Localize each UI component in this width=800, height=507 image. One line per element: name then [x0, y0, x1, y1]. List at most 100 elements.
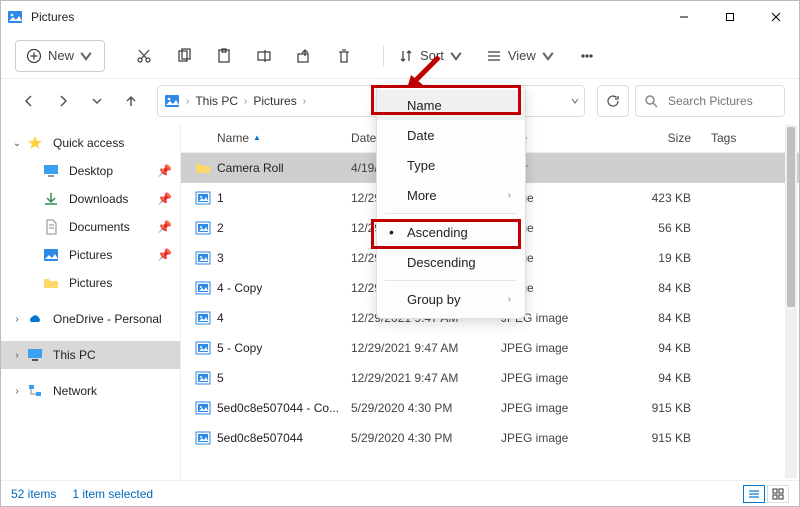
sort-menu-more[interactable]: More›	[377, 180, 525, 210]
sidebar-this-pc[interactable]: › This PC	[1, 341, 180, 369]
chevron-down-icon[interactable]: ⌄	[11, 138, 23, 149]
more-button[interactable]	[570, 41, 604, 71]
sort-icon	[398, 48, 414, 64]
bullet-icon: •	[389, 225, 394, 239]
file-name: 5ed0c8e507044 - Co...	[217, 401, 339, 415]
chevron-right-icon[interactable]: ›	[184, 96, 191, 107]
refresh-button[interactable]	[597, 85, 629, 117]
maximize-button[interactable]	[707, 1, 753, 33]
file-name: 4 - Copy	[217, 281, 262, 295]
column-tags[interactable]: Tags	[711, 131, 771, 145]
file-date: 12/29/2021 9:47 AM	[351, 341, 501, 355]
arrow-right-icon	[56, 94, 70, 108]
pictures-icon	[164, 93, 180, 109]
file-name: 1	[217, 191, 224, 205]
column-name[interactable]: Name▲	[181, 131, 351, 145]
share-button[interactable]	[287, 41, 321, 71]
file-name: Camera Roll	[217, 161, 284, 175]
sidebar-downloads[interactable]: Downloads 📌	[1, 185, 180, 213]
chevron-right-icon[interactable]: ›	[11, 386, 23, 397]
rename-icon	[256, 48, 272, 64]
sidebar-pictures-folder[interactable]: Pictures	[1, 269, 180, 297]
chevron-right-icon[interactable]: ›	[242, 96, 249, 107]
sidebar-onedrive[interactable]: › OneDrive - Personal	[1, 305, 180, 333]
rename-button[interactable]	[247, 41, 281, 71]
cut-button[interactable]	[127, 41, 161, 71]
plus-circle-icon	[26, 48, 42, 64]
file-row[interactable]: 5ed0c8e5070445/29/2020 4:30 PMJPEG image…	[181, 423, 799, 453]
sidebar-item-label: Documents	[69, 220, 130, 234]
minimize-button[interactable]	[661, 1, 707, 33]
sidebar-item-label: OneDrive - Personal	[53, 312, 162, 326]
sidebar-item-label: Desktop	[69, 164, 113, 178]
sort-menu-ascending[interactable]: •Ascending	[377, 217, 525, 247]
file-size: 915 KB	[621, 431, 711, 445]
image-file-icon	[195, 250, 211, 266]
chevron-right-icon[interactable]: ›	[11, 350, 23, 361]
close-button[interactable]	[753, 1, 799, 33]
scrollbar[interactable]	[785, 125, 797, 478]
chevron-right-icon: ›	[508, 190, 511, 201]
file-size: 19 KB	[621, 251, 711, 265]
file-type: JPEG image	[501, 371, 621, 385]
file-type: JPEG image	[501, 401, 621, 415]
sidebar-pictures[interactable]: Pictures 📌	[1, 241, 180, 269]
details-icon	[748, 488, 760, 500]
nav-history-button[interactable]	[83, 87, 111, 115]
search-icon	[644, 94, 658, 108]
sort-menu: Name Date Type More› •Ascending Descendi…	[376, 85, 526, 319]
breadcrumb-this-pc[interactable]: This PC	[191, 94, 242, 108]
sort-menu-descending[interactable]: Descending	[377, 247, 525, 277]
file-name: 4	[217, 311, 224, 325]
sidebar-item-label: Downloads	[69, 192, 128, 206]
sidebar-network[interactable]: › Network	[1, 377, 180, 405]
column-size[interactable]: Size	[621, 131, 711, 145]
sort-asc-caret-icon: ▲	[253, 133, 261, 142]
toolbar: New Sort View	[1, 33, 799, 79]
file-row[interactable]: 5ed0c8e507044 - Co...5/29/2020 4:30 PMJP…	[181, 393, 799, 423]
nav-up-button[interactable]	[117, 87, 145, 115]
thumbnails-view-button[interactable]	[767, 485, 789, 503]
folder-icon	[43, 275, 59, 291]
chevron-down-icon	[90, 94, 104, 108]
sidebar-documents[interactable]: Documents 📌	[1, 213, 180, 241]
details-view-button[interactable]	[743, 485, 765, 503]
sort-menu-group-by[interactable]: Group by›	[377, 284, 525, 314]
scroll-thumb[interactable]	[787, 127, 795, 307]
image-file-icon	[195, 190, 211, 206]
search-box[interactable]	[635, 85, 785, 117]
file-size: 423 KB	[621, 191, 711, 205]
chevron-down-icon	[78, 48, 94, 64]
pictures-icon	[43, 247, 59, 263]
paste-button[interactable]	[207, 41, 241, 71]
star-icon	[27, 135, 43, 151]
chevron-right-icon[interactable]: ›	[301, 96, 308, 107]
file-row[interactable]: 5 - Copy12/29/2021 9:47 AMJPEG image94 K…	[181, 333, 799, 363]
view-button[interactable]: View	[478, 41, 564, 71]
breadcrumb-pictures[interactable]: Pictures	[249, 94, 300, 108]
sort-menu-type[interactable]: Type	[377, 150, 525, 180]
cloud-icon	[27, 311, 43, 327]
pc-icon	[27, 347, 43, 363]
sidebar-item-label: Pictures	[69, 248, 112, 262]
nav-forward-button[interactable]	[49, 87, 77, 115]
new-button[interactable]: New	[15, 40, 105, 72]
sort-button[interactable]: Sort	[390, 41, 472, 71]
sidebar-desktop[interactable]: Desktop 📌	[1, 157, 180, 185]
file-row[interactable]: 512/29/2021 9:47 AMJPEG image94 KB	[181, 363, 799, 393]
delete-button[interactable]	[327, 41, 361, 71]
pictures-app-icon	[7, 9, 23, 25]
file-size: 94 KB	[621, 341, 711, 355]
sort-menu-date[interactable]: Date	[377, 120, 525, 150]
sort-menu-name[interactable]: Name	[377, 90, 525, 120]
copy-button[interactable]	[167, 41, 201, 71]
status-count: 52 items	[11, 487, 56, 501]
sort-label: Sort	[420, 48, 444, 63]
chevron-right-icon[interactable]: ›	[11, 314, 23, 325]
new-label: New	[48, 48, 74, 63]
sidebar-quick-access[interactable]: ⌄ Quick access	[1, 129, 180, 157]
nav-back-button[interactable]	[15, 87, 43, 115]
search-input[interactable]	[666, 93, 766, 109]
chevron-down-icon[interactable]	[570, 96, 580, 106]
image-file-icon	[195, 370, 211, 386]
